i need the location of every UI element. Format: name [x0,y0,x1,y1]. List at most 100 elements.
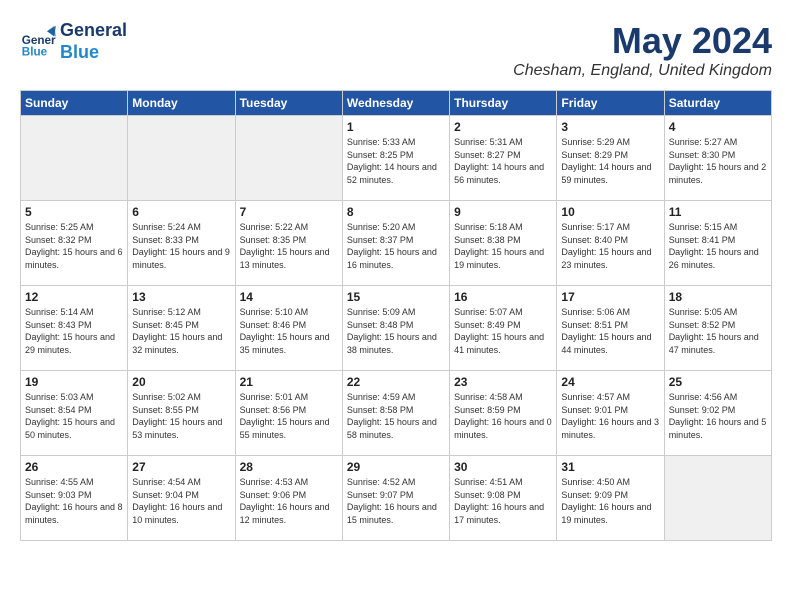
location: Chesham, England, United Kingdom [513,62,772,80]
day-info: Sunrise: 4:50 AM Sunset: 9:09 PM Dayligh… [561,476,659,526]
day-info: Sunrise: 5:01 AM Sunset: 8:56 PM Dayligh… [240,391,338,441]
calendar-cell [664,456,771,541]
day-info: Sunrise: 5:15 AM Sunset: 8:41 PM Dayligh… [669,221,767,271]
day-number: 19 [25,375,123,389]
day-number: 5 [25,205,123,219]
day-info: Sunrise: 5:18 AM Sunset: 8:38 PM Dayligh… [454,221,552,271]
logo-text: General Blue [60,20,127,63]
day-number: 8 [347,205,445,219]
day-number: 21 [240,375,338,389]
week-row-4: 19 Sunrise: 5:03 AM Sunset: 8:54 PM Dayli… [21,371,772,456]
calendar-cell: 29 Sunrise: 4:52 AM Sunset: 9:07 PM Dayli… [342,456,449,541]
day-info: Sunrise: 5:03 AM Sunset: 8:54 PM Dayligh… [25,391,123,441]
day-info: Sunrise: 5:22 AM Sunset: 8:35 PM Dayligh… [240,221,338,271]
calendar-cell [235,116,342,201]
day-header-monday: Monday [128,91,235,116]
calendar-cell: 30 Sunrise: 4:51 AM Sunset: 9:08 PM Dayli… [450,456,557,541]
day-header-friday: Friday [557,91,664,116]
day-info: Sunrise: 5:25 AM Sunset: 8:32 PM Dayligh… [25,221,123,271]
calendar-cell: 2 Sunrise: 5:31 AM Sunset: 8:27 PM Daylig… [450,116,557,201]
day-number: 22 [347,375,445,389]
calendar-cell: 16Sunrise: 5:07 AM Sunset: 8:49 PM Dayli… [450,286,557,371]
day-number: 7 [240,205,338,219]
logo-icon: General Blue [20,24,56,60]
day-number: 10 [561,205,659,219]
day-info: Sunrise: 4:51 AM Sunset: 9:08 PM Dayligh… [454,476,552,526]
day-header-saturday: Saturday [664,91,771,116]
svg-text:Blue: Blue [22,45,48,58]
day-number: 25 [669,375,767,389]
calendar-cell [21,116,128,201]
header: General Blue General Blue May 2024 Chesh… [20,20,772,80]
day-info: Sunrise: 5:17 AM Sunset: 8:40 PM Dayligh… [561,221,659,271]
day-info: Sunrise: 5:07 AM Sunset: 8:49 PM Dayligh… [454,306,552,356]
day-info: Sunrise: 5:05 AM Sunset: 8:52 PM Dayligh… [669,306,767,356]
week-row-3: 12 Sunrise: 5:14 AM Sunset: 8:43 PM Dayli… [21,286,772,371]
month-title: May 2024 [513,20,772,62]
week-row-5: 26Sunrise: 4:55 AM Sunset: 9:03 PM Dayli… [21,456,772,541]
calendar-cell: 31 Sunrise: 4:50 AM Sunset: 9:09 PM Dayli… [557,456,664,541]
title-area: May 2024 Chesham, England, United Kingdo… [513,20,772,80]
calendar-cell: 8Sunrise: 5:20 AM Sunset: 8:37 PM Daylig… [342,201,449,286]
day-info: Sunrise: 5:24 AM Sunset: 8:33 PM Dayligh… [132,221,230,271]
day-number: 27 [132,460,230,474]
calendar-cell: 12 Sunrise: 5:14 AM Sunset: 8:43 PM Dayli… [21,286,128,371]
day-number: 31 [561,460,659,474]
calendar-cell: 20Sunrise: 5:02 AM Sunset: 8:55 PM Dayli… [128,371,235,456]
calendar-cell: 14 Sunrise: 5:10 AM Sunset: 8:46 PM Dayli… [235,286,342,371]
week-row-1: 1 Sunrise: 5:33 AM Sunset: 8:25 PM Daylig… [21,116,772,201]
calendar-cell: 15Sunrise: 5:09 AM Sunset: 8:48 PM Dayli… [342,286,449,371]
logo-line2: Blue [60,42,99,62]
day-number: 1 [347,120,445,134]
day-number: 18 [669,290,767,304]
calendar-cell: 3Sunrise: 5:29 AM Sunset: 8:29 PM Daylig… [557,116,664,201]
day-number: 29 [347,460,445,474]
day-number: 13 [132,290,230,304]
day-info: Sunrise: 5:10 AM Sunset: 8:46 PM Dayligh… [240,306,338,356]
calendar-cell: 7 Sunrise: 5:22 AM Sunset: 8:35 PM Daylig… [235,201,342,286]
calendar-cell: 17 Sunrise: 5:06 AM Sunset: 8:51 PM Dayli… [557,286,664,371]
calendar-cell: 25 Sunrise: 4:56 AM Sunset: 9:02 PM Dayli… [664,371,771,456]
header-row: SundayMondayTuesdayWednesdayThursdayFrid… [21,91,772,116]
day-info: Sunrise: 5:06 AM Sunset: 8:51 PM Dayligh… [561,306,659,356]
day-number: 4 [669,120,767,134]
day-header-thursday: Thursday [450,91,557,116]
week-row-2: 5 Sunrise: 5:25 AM Sunset: 8:32 PM Daylig… [21,201,772,286]
day-number: 12 [25,290,123,304]
day-info: Sunrise: 5:12 AM Sunset: 8:45 PM Dayligh… [132,306,230,356]
calendar-cell: 5 Sunrise: 5:25 AM Sunset: 8:32 PM Daylig… [21,201,128,286]
calendar-cell: 22Sunrise: 4:59 AM Sunset: 8:58 PM Dayli… [342,371,449,456]
day-info: Sunrise: 4:53 AM Sunset: 9:06 PM Dayligh… [240,476,338,526]
day-number: 24 [561,375,659,389]
calendar-cell: 28 Sunrise: 4:53 AM Sunset: 9:06 PM Dayli… [235,456,342,541]
day-number: 15 [347,290,445,304]
calendar-cell: 18 Sunrise: 5:05 AM Sunset: 8:52 PM Dayli… [664,286,771,371]
day-info: Sunrise: 4:52 AM Sunset: 9:07 PM Dayligh… [347,476,445,526]
day-number: 30 [454,460,552,474]
calendar-cell: 4 Sunrise: 5:27 AM Sunset: 8:30 PM Daylig… [664,116,771,201]
day-number: 2 [454,120,552,134]
calendar-cell: 23 Sunrise: 4:58 AM Sunset: 8:59 PM Dayli… [450,371,557,456]
day-number: 23 [454,375,552,389]
day-info: Sunrise: 5:33 AM Sunset: 8:25 PM Dayligh… [347,136,445,186]
day-info: Sunrise: 5:31 AM Sunset: 8:27 PM Dayligh… [454,136,552,186]
day-number: 14 [240,290,338,304]
day-header-tuesday: Tuesday [235,91,342,116]
day-info: Sunrise: 4:57 AM Sunset: 9:01 PM Dayligh… [561,391,659,441]
day-number: 6 [132,205,230,219]
day-info: Sunrise: 5:27 AM Sunset: 8:30 PM Dayligh… [669,136,767,186]
calendar-cell: 24 Sunrise: 4:57 AM Sunset: 9:01 PM Dayli… [557,371,664,456]
page-container: General Blue General Blue May 2024 Chesh… [20,20,772,541]
day-info: Sunrise: 4:56 AM Sunset: 9:02 PM Dayligh… [669,391,767,441]
day-info: Sunrise: 4:55 AM Sunset: 9:03 PM Dayligh… [25,476,123,526]
day-info: Sunrise: 4:58 AM Sunset: 8:59 PM Dayligh… [454,391,552,441]
day-number: 17 [561,290,659,304]
calendar-cell: 27 Sunrise: 4:54 AM Sunset: 9:04 PM Dayli… [128,456,235,541]
day-number: 20 [132,375,230,389]
logo: General Blue General Blue [20,20,127,63]
day-info: Sunrise: 4:54 AM Sunset: 9:04 PM Dayligh… [132,476,230,526]
day-info: Sunrise: 5:14 AM Sunset: 8:43 PM Dayligh… [25,306,123,356]
calendar-cell: 13 Sunrise: 5:12 AM Sunset: 8:45 PM Dayli… [128,286,235,371]
day-number: 28 [240,460,338,474]
day-number: 9 [454,205,552,219]
